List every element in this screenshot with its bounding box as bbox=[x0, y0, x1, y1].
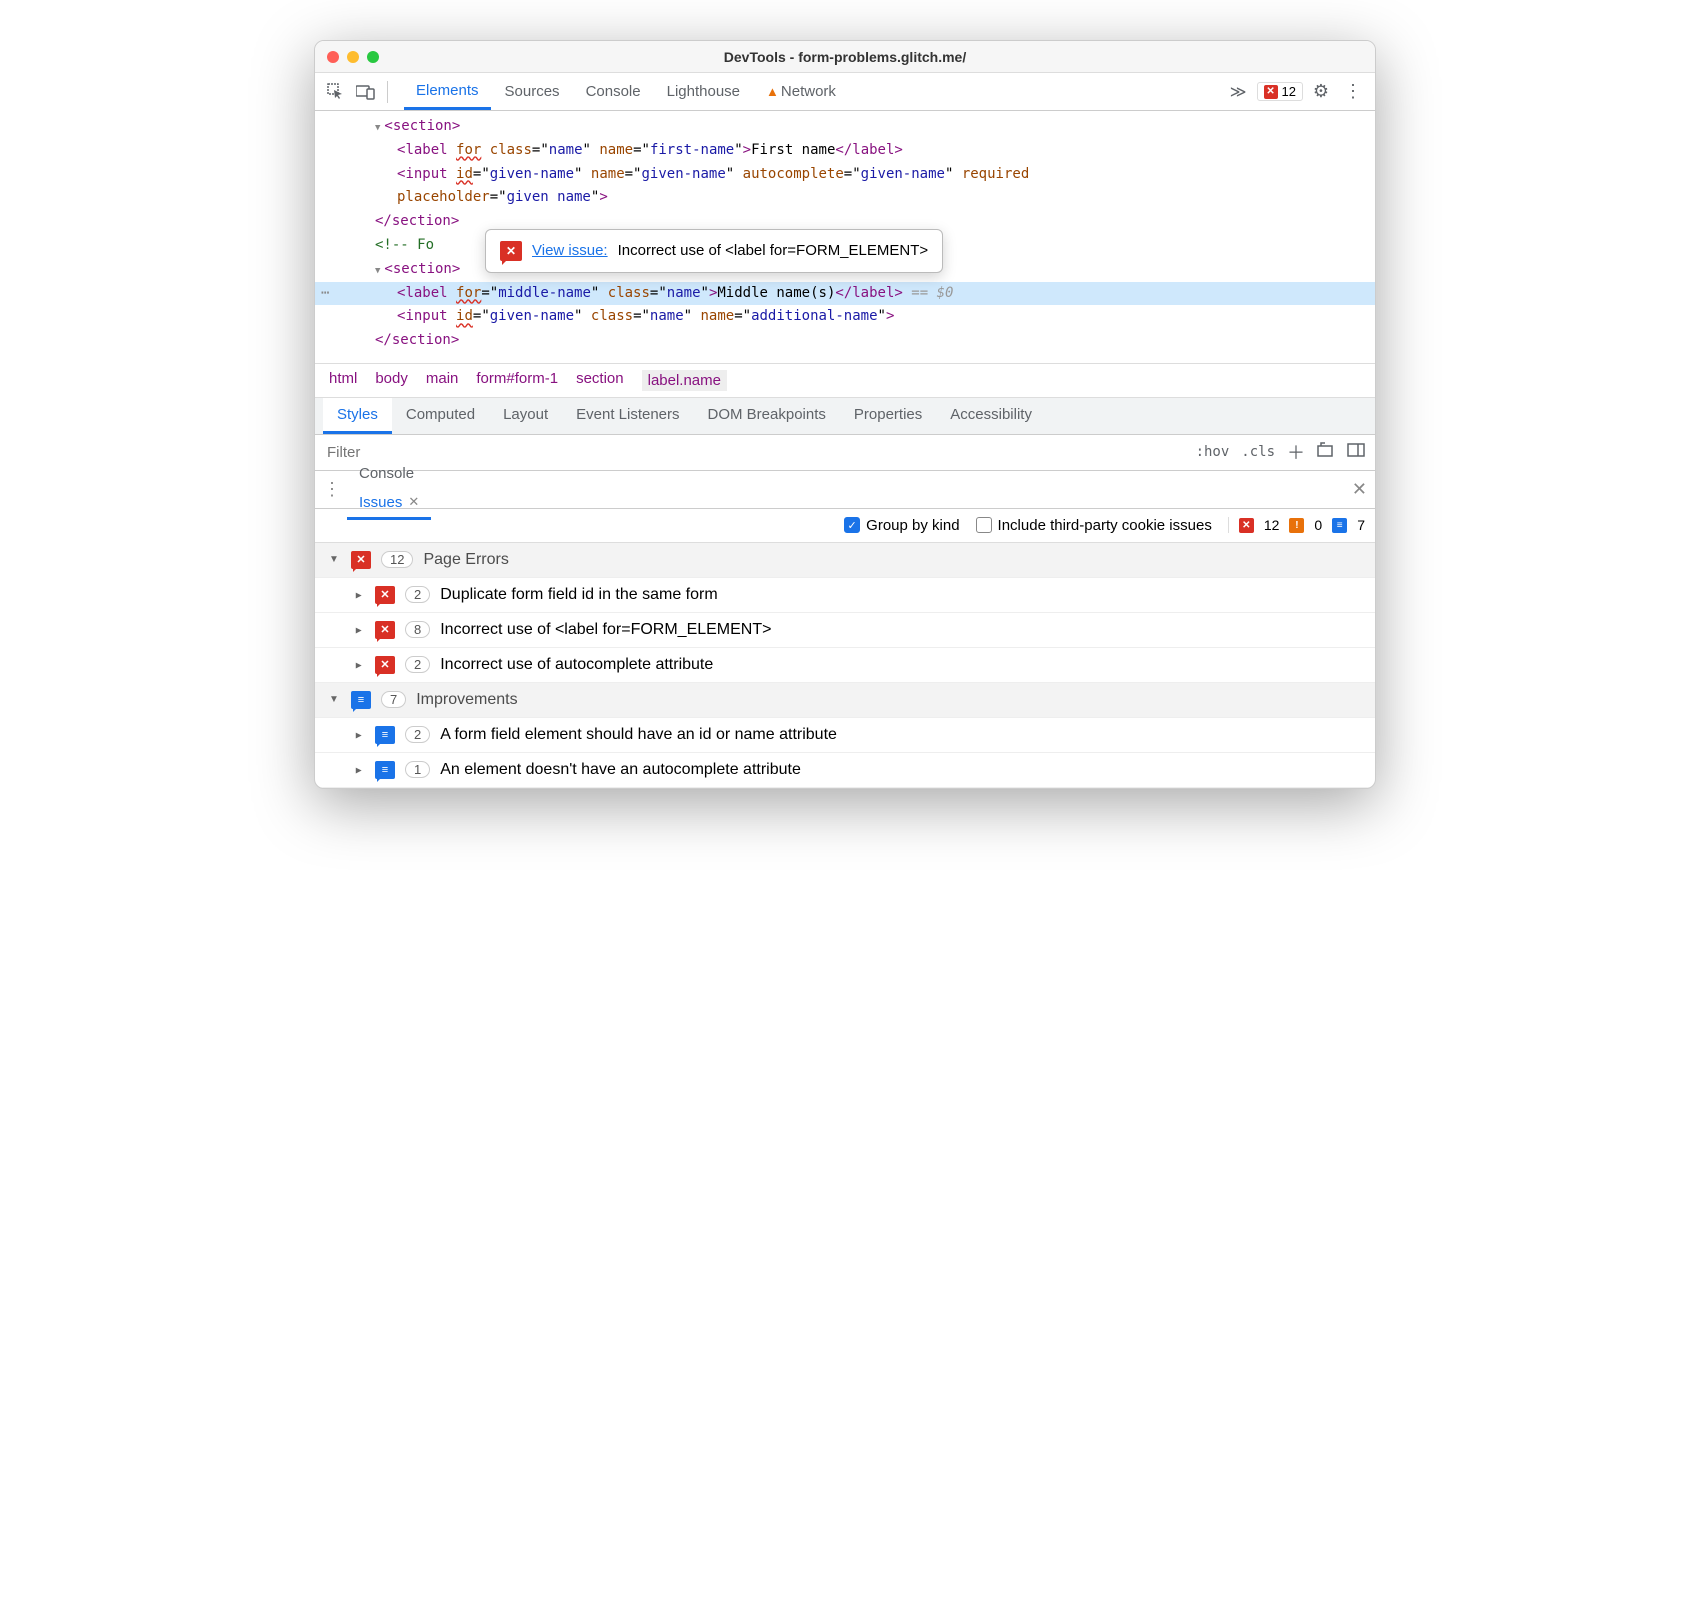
breadcrumb-item[interactable]: main bbox=[426, 370, 459, 391]
error-icon: ✕ bbox=[375, 656, 395, 674]
breadcrumb-item[interactable]: form#form-1 bbox=[476, 370, 558, 391]
subtab-properties[interactable]: Properties bbox=[840, 398, 936, 434]
error-icon: ✕ bbox=[500, 241, 522, 261]
error-icon: ✕ bbox=[375, 621, 395, 639]
issue-group-header[interactable]: ▼✕12Page Errors bbox=[315, 543, 1375, 577]
inspect-element-icon[interactable] bbox=[323, 79, 349, 105]
issue-row[interactable]: ▼≡1An element doesn't have an autocomple… bbox=[315, 752, 1375, 787]
breadcrumb-item[interactable]: body bbox=[375, 370, 408, 391]
subtab-computed[interactable]: Computed bbox=[392, 398, 489, 434]
subtab-dom-breakpoints[interactable]: DOM Breakpoints bbox=[694, 398, 840, 434]
dom-line[interactable]: <label for="middle-name" class="name">Mi… bbox=[315, 282, 1375, 306]
info-icon: ≡ bbox=[351, 691, 371, 709]
breadcrumb: html body main form#form-1 section label.name bbox=[315, 363, 1375, 398]
tab-console[interactable]: Console bbox=[574, 75, 653, 108]
main-toolbar: ElementsSourcesConsoleLighthouse▲Network… bbox=[315, 73, 1375, 111]
error-icon: ✕ bbox=[1239, 518, 1254, 533]
device-toolbar-icon[interactable] bbox=[353, 79, 379, 105]
view-issue-link[interactable]: View issue: bbox=[532, 238, 608, 264]
elements-dom-tree[interactable]: <section><label for class="name" name="f… bbox=[315, 111, 1375, 363]
error-icon: ✕ bbox=[351, 551, 371, 569]
titlebar: DevTools - form-problems.glitch.me/ bbox=[315, 41, 1375, 73]
info-icon: ≡ bbox=[1332, 518, 1347, 533]
dom-line[interactable]: <input id="given-name" name="given-name"… bbox=[315, 163, 1375, 211]
tab-sources[interactable]: Sources bbox=[493, 75, 572, 108]
sidebar-toggle-icon[interactable] bbox=[1347, 443, 1365, 461]
issues-list: ▼✕12Page Errors▼✕2Duplicate form field i… bbox=[315, 543, 1375, 788]
computed-styles-icon[interactable] bbox=[1317, 442, 1335, 462]
drawer-tab-console[interactable]: Console bbox=[347, 459, 431, 488]
breadcrumb-item[interactable]: section bbox=[576, 370, 624, 391]
group-by-kind-checkbox[interactable]: ✓Group by kind bbox=[844, 517, 959, 534]
info-icon: ≡ bbox=[375, 761, 395, 779]
issue-group-header[interactable]: ▼≡7Improvements bbox=[315, 683, 1375, 717]
cls-toggle[interactable]: .cls bbox=[1241, 444, 1275, 460]
hov-toggle[interactable]: :hov bbox=[1196, 444, 1230, 460]
drawer-menu-icon[interactable]: ⋮ bbox=[323, 479, 341, 500]
subtab-styles[interactable]: Styles bbox=[323, 398, 392, 434]
issues-toolbar: ✓Group by kind Include third-party cooki… bbox=[315, 509, 1375, 543]
third-party-checkbox[interactable]: Include third-party cookie issues bbox=[976, 517, 1212, 534]
error-count-badge[interactable]: ✕ 12 bbox=[1257, 82, 1303, 101]
tab-network[interactable]: ▲Network bbox=[754, 75, 848, 108]
close-drawer-icon[interactable]: ✕ bbox=[1352, 479, 1367, 500]
styles-filter-input[interactable] bbox=[315, 444, 1186, 461]
drawer-tabs: ⋮ ConsoleIssues ✕ ✕ bbox=[315, 471, 1375, 509]
drawer-tab-issues[interactable]: Issues ✕ bbox=[347, 488, 431, 520]
breadcrumb-item[interactable]: label.name bbox=[642, 370, 727, 391]
issue-row[interactable]: ▼✕2Duplicate form field id in the same f… bbox=[315, 577, 1375, 612]
settings-gear-icon[interactable]: ⚙ bbox=[1307, 81, 1335, 102]
error-icon: ✕ bbox=[1264, 85, 1278, 99]
issue-tooltip: ✕View issue:Incorrect use of <label for=… bbox=[485, 229, 943, 273]
subtab-event-listeners[interactable]: Event Listeners bbox=[562, 398, 693, 434]
styles-subtabs: StylesComputedLayoutEvent ListenersDOM B… bbox=[315, 398, 1375, 435]
info-icon: ≡ bbox=[375, 726, 395, 744]
tab-lighthouse[interactable]: Lighthouse bbox=[655, 75, 752, 108]
dom-line[interactable]: <label for class="name" name="first-name… bbox=[315, 139, 1375, 163]
dom-line[interactable]: <input id="given-name" class="name" name… bbox=[315, 305, 1375, 329]
more-menu-icon[interactable]: ⋮ bbox=[1339, 81, 1367, 102]
tabs-overflow-button[interactable]: ≫ bbox=[1224, 82, 1253, 102]
dom-line[interactable]: </section> bbox=[315, 329, 1375, 353]
dom-line[interactable]: <section> bbox=[315, 115, 1375, 139]
warning-icon: ! bbox=[1289, 518, 1304, 533]
subtab-layout[interactable]: Layout bbox=[489, 398, 562, 434]
subtab-accessibility[interactable]: Accessibility bbox=[936, 398, 1046, 434]
issue-row[interactable]: ▼✕8Incorrect use of <label for=FORM_ELEM… bbox=[315, 612, 1375, 647]
close-tab-icon[interactable]: ✕ bbox=[408, 494, 419, 510]
issue-row[interactable]: ▼≡2A form field element should have an i… bbox=[315, 717, 1375, 752]
breadcrumb-item[interactable]: html bbox=[329, 370, 357, 391]
styles-filter-row: :hov .cls ＋ bbox=[315, 435, 1375, 471]
tab-elements[interactable]: Elements bbox=[404, 74, 491, 110]
window-title: DevTools - form-problems.glitch.me/ bbox=[315, 49, 1375, 65]
issue-row[interactable]: ▼✕2Incorrect use of autocomplete attribu… bbox=[315, 647, 1375, 682]
new-style-rule-icon[interactable]: ＋ bbox=[1287, 439, 1305, 465]
error-icon: ✕ bbox=[375, 586, 395, 604]
